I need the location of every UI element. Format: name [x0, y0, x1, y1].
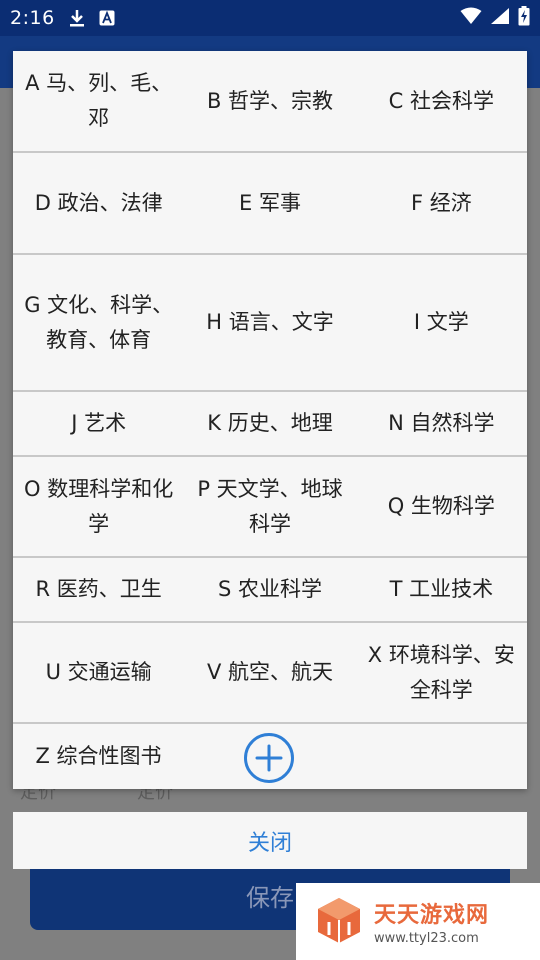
- category-item[interactable]: H 语言、文字: [184, 255, 355, 390]
- category-item[interactable]: N 自然科学: [356, 392, 527, 455]
- category-row: A 马、列、毛、邓 B 哲学、宗教 C 社会科学: [13, 51, 527, 153]
- category-item[interactable]: F 经济: [356, 153, 527, 253]
- category-dialog: A 马、列、毛、邓 B 哲学、宗教 C 社会科学 D 政治、法律 E 军事 F …: [13, 51, 527, 789]
- status-icons: [460, 6, 530, 30]
- watermark-url: www.ttyl23.com: [374, 931, 479, 946]
- category-row: U 交通运输 V 航空、航天 X 环境科学、安全科学: [13, 623, 527, 724]
- plus-circle-icon[interactable]: [243, 732, 295, 784]
- watermark: 天天游戏网 www.ttyl23.com: [296, 883, 540, 960]
- category-item[interactable]: R 医药、卫生: [13, 558, 184, 621]
- status-bar: 2:16: [0, 0, 540, 36]
- signal-icon: [490, 7, 510, 29]
- category-row: O 数理科学和化学 P 天文学、地球科学 Q 生物科学: [13, 457, 527, 558]
- category-item[interactable]: G 文化、科学、教育、体育: [13, 255, 184, 390]
- category-item[interactable]: B 哲学、宗教: [184, 51, 355, 151]
- category-item[interactable]: A 马、列、毛、邓: [13, 51, 184, 151]
- category-row: R 医药、卫生 S 农业科学 T 工业技术: [13, 558, 527, 623]
- wifi-icon: [460, 7, 482, 29]
- close-button[interactable]: 关闭: [13, 812, 527, 869]
- category-row: Z 综合性图书: [13, 724, 527, 789]
- category-item[interactable]: E 军事: [184, 153, 355, 253]
- watermark-logo-icon: [314, 895, 364, 949]
- category-item[interactable]: J 艺术: [13, 392, 184, 455]
- category-item[interactable]: T 工业技术: [356, 558, 527, 621]
- battery-charging-icon: [518, 6, 530, 30]
- category-item[interactable]: Z 综合性图书: [13, 739, 184, 774]
- text-a-icon: [99, 10, 115, 26]
- category-row: D 政治、法律 E 军事 F 经济: [13, 153, 527, 255]
- category-item[interactable]: X 环境科学、安全科学: [356, 623, 527, 722]
- category-item[interactable]: S 农业科学: [184, 558, 355, 621]
- category-item[interactable]: U 交通运输: [13, 623, 184, 722]
- download-icon: [69, 9, 85, 27]
- watermark-title: 天天游戏网: [374, 903, 490, 928]
- category-item[interactable]: O 数理科学和化学: [13, 457, 184, 556]
- category-item[interactable]: C 社会科学: [356, 51, 527, 151]
- category-row: J 艺术 K 历史、地理 N 自然科学: [13, 392, 527, 457]
- category-item[interactable]: V 航空、航天: [184, 623, 355, 722]
- category-item[interactable]: I 文学: [356, 255, 527, 390]
- category-item[interactable]: P 天文学、地球科学: [184, 457, 355, 556]
- category-item[interactable]: D 政治、法律: [13, 153, 184, 253]
- category-item[interactable]: K 历史、地理: [184, 392, 355, 455]
- category-item[interactable]: Q 生物科学: [356, 457, 527, 556]
- status-time: 2:16: [10, 7, 55, 29]
- category-row: G 文化、科学、教育、体育 H 语言、文字 I 文学: [13, 255, 527, 392]
